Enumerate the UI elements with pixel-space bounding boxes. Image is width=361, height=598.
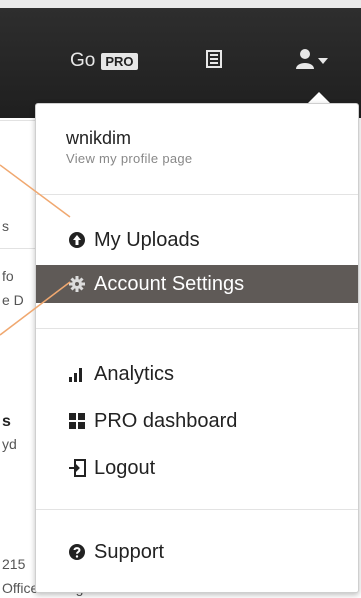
annotation-line	[0, 281, 71, 336]
annotation-lines	[0, 164, 71, 336]
annotation-line	[0, 164, 71, 218]
